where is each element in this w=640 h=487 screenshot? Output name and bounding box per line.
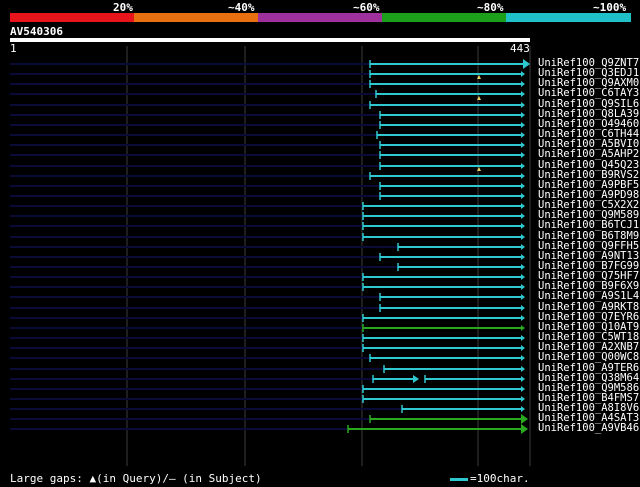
scale-legend: =100char. — [450, 472, 530, 485]
hit-end-arrow — [521, 406, 525, 412]
hit-end-arrow — [521, 274, 525, 280]
hit-arrow — [413, 375, 419, 383]
hit-end-arrow — [521, 366, 525, 372]
gap-legend: Large gaps: ▲(in Query)/– (in Subject) — [10, 472, 262, 485]
hit-end-arrow — [523, 59, 530, 69]
hit-end-arrow — [521, 112, 525, 118]
hit-end-arrow — [521, 183, 525, 189]
hit-end-arrow — [521, 163, 525, 169]
hit-end-arrow — [521, 305, 525, 311]
hit-end-arrow — [521, 223, 525, 229]
hit-end-arrow — [521, 345, 525, 351]
hit-end-arrow — [521, 376, 525, 382]
scale-legend-text: =100char. — [470, 472, 530, 485]
hit-end-arrow — [521, 264, 525, 270]
hit-end-arrow — [521, 325, 525, 331]
hit-end-arrow — [521, 142, 525, 148]
hit-end-arrow — [521, 414, 528, 424]
hit-end-arrow — [521, 254, 525, 260]
hit-end-arrow — [521, 335, 525, 341]
hit-end-arrow — [521, 294, 525, 300]
hit-end-arrow — [521, 173, 525, 179]
hit-end-arrow — [521, 386, 525, 392]
hit-end-arrow — [521, 355, 525, 361]
hit-end-arrow — [521, 132, 525, 138]
hit-end-arrow — [521, 396, 525, 402]
hit-end-arrow — [521, 213, 525, 219]
hit-end-arrow — [521, 424, 528, 434]
hit-end-arrow — [521, 71, 525, 77]
hit-end-arrow — [521, 152, 525, 158]
hit-label-link[interactable]: UniRef100_A9VB46 — [538, 422, 639, 434]
scale-swatch — [450, 477, 468, 481]
hit-end-arrow — [521, 203, 525, 209]
hit-end-arrow — [521, 122, 525, 128]
hit-end-arrow — [521, 244, 525, 250]
hit-end-arrow — [521, 315, 525, 321]
hit-end-arrow — [521, 102, 525, 108]
hit-end-arrow — [521, 234, 525, 240]
hit-end-arrow — [521, 91, 525, 97]
hit-end-arrow — [521, 81, 525, 87]
hit-end-arrow — [521, 193, 525, 199]
hit-end-arrow — [521, 284, 525, 290]
